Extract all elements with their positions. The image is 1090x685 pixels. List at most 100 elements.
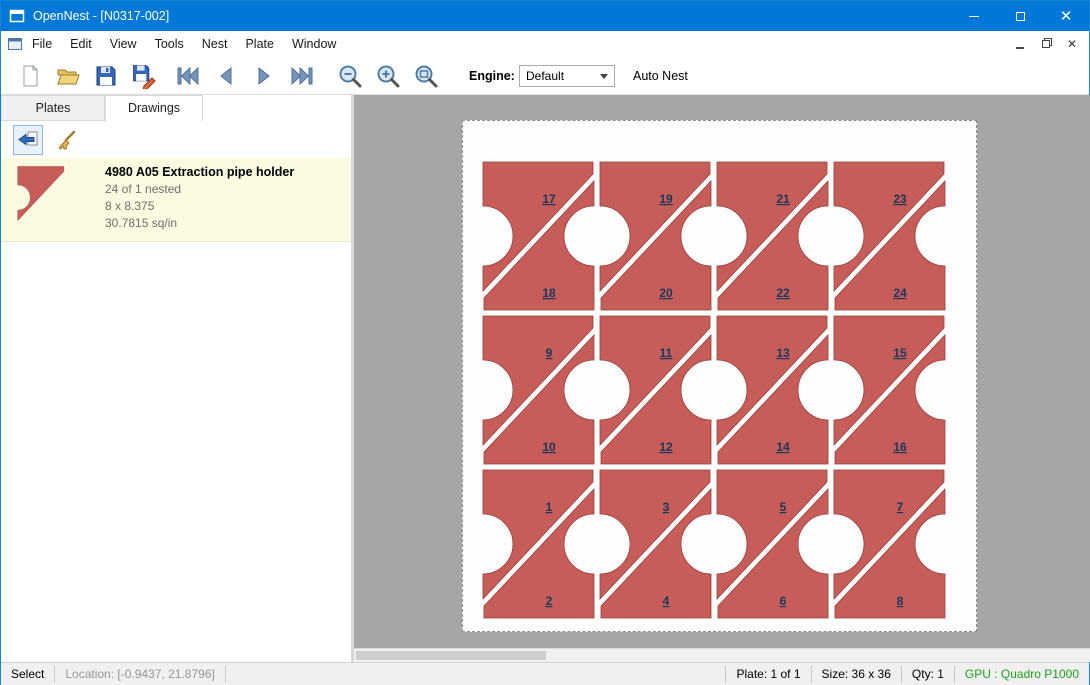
part-number-label: 1 — [546, 500, 553, 514]
save-icon — [94, 64, 118, 88]
clean-button[interactable] — [51, 125, 81, 155]
part-number-label: 21 — [776, 192, 790, 206]
part-number-label: 16 — [893, 440, 907, 454]
drawings-toolbar — [1, 122, 351, 158]
zoom-in-button[interactable] — [373, 62, 403, 90]
go-previous-icon — [213, 63, 239, 89]
part-number-label: 9 — [546, 346, 553, 360]
import-arrow-icon — [17, 129, 39, 151]
next-plate-button[interactable] — [249, 62, 279, 90]
save-button[interactable] — [91, 62, 121, 90]
child-window-icon — [7, 36, 23, 52]
plate-sheet[interactable]: 171819202122232491011121314151612345678 — [462, 120, 977, 632]
broom-icon — [55, 129, 77, 151]
nest-pair-cell[interactable]: 1516 — [834, 316, 945, 464]
part-number-label: 24 — [893, 286, 907, 300]
part-thumbnail — [13, 166, 69, 230]
menubar: File Edit View Tools Nest Plate Window ✕ — [1, 31, 1089, 57]
child-minimize-button[interactable] — [1007, 34, 1033, 54]
maximize-icon — [1016, 12, 1025, 21]
part-number-label: 11 — [660, 346, 673, 360]
part-number-label: 14 — [776, 440, 790, 454]
zoom-fit-icon — [413, 63, 439, 89]
nest-pair-cell[interactable]: 23 24 — [834, 162, 945, 310]
tab-plates[interactable]: Plates — [1, 95, 105, 121]
titlebar[interactable]: OpenNest - [N0317-002] ✕ — [1, 1, 1089, 31]
part-number-label: 23 — [893, 192, 907, 206]
part-number-label: 19 — [659, 192, 673, 206]
status-mode: Select — [1, 663, 54, 685]
minimize-icon — [1016, 47, 1024, 49]
drawing-nested-count: 24 of 1 nested — [105, 181, 294, 198]
canvas-hscrollbar[interactable] — [354, 648, 1090, 662]
menu-file[interactable]: File — [23, 31, 61, 57]
status-qty: Qty: 1 — [902, 663, 954, 685]
nest-pair-cell[interactable]: 12 — [483, 470, 594, 618]
maximize-button[interactable] — [997, 1, 1043, 31]
engine-value: Default — [526, 69, 600, 83]
menu-nest[interactable]: Nest — [193, 31, 237, 57]
menu-tools[interactable]: Tools — [146, 31, 193, 57]
status-location: Location: [-0.9437, 21.8796] — [55, 663, 224, 685]
menu-edit[interactable]: Edit — [61, 31, 101, 57]
nest-pair-cell[interactable]: 910 — [483, 316, 594, 464]
minimize-button[interactable] — [951, 1, 997, 31]
new-button[interactable] — [15, 62, 45, 90]
assign-drawing-button[interactable] — [13, 125, 43, 155]
menu-view[interactable]: View — [101, 31, 146, 57]
last-plate-button[interactable] — [287, 62, 317, 90]
zoom-out-button[interactable] — [335, 62, 365, 90]
nest-pair-cell[interactable]: 34 — [600, 470, 711, 618]
menu-plate[interactable]: Plate — [236, 31, 283, 57]
go-first-icon — [175, 63, 201, 89]
nest-pair-cell[interactable]: 11 12 — [600, 316, 711, 464]
drawing-list-item[interactable]: 4980 A05 Extraction pipe holder 24 of 1 … — [1, 158, 351, 242]
child-close-button[interactable]: ✕ — [1059, 34, 1085, 54]
engine-label: Engine: — [469, 69, 515, 83]
status-size: Size: 36 x 36 — [812, 663, 901, 685]
engine-select[interactable]: Default — [519, 65, 615, 87]
hscrollbar-thumb[interactable] — [356, 651, 546, 660]
nest-canvas[interactable]: 171819202122232491011121314151612345678 — [354, 95, 1090, 662]
close-button[interactable]: ✕ — [1043, 1, 1089, 31]
zoom-fit-button[interactable] — [411, 62, 441, 90]
part-number-label: 13 — [776, 346, 790, 360]
auto-nest-button[interactable]: Auto Nest — [633, 69, 688, 83]
nest-pair-cell[interactable]: 78 — [834, 470, 945, 618]
nest-pair-cell[interactable]: 13 14 — [717, 316, 828, 464]
zoom-in-icon — [375, 63, 401, 89]
part-number-label: 18 — [542, 286, 556, 300]
toolbar: Engine: Default Auto Nest — [1, 57, 1089, 95]
previous-plate-button[interactable] — [211, 62, 241, 90]
app-icon — [9, 8, 25, 24]
child-restore-button[interactable] — [1033, 34, 1059, 54]
plate-svg: 171819202122232491011121314151612345678 — [463, 121, 978, 633]
part-number-label: 22 — [776, 286, 790, 300]
part-number-label: 20 — [659, 286, 673, 300]
nest-pair-cell[interactable]: 56 — [717, 470, 828, 618]
menu-window[interactable]: Window — [283, 31, 345, 57]
tab-drawings[interactable]: Drawings — [105, 95, 203, 122]
nest-pair-cell[interactable]: 1718 — [483, 162, 594, 310]
nest-pair-cell[interactable]: 1920 — [600, 162, 711, 310]
left-panel: Plates Drawings — [1, 95, 351, 662]
new-document-icon — [18, 64, 42, 88]
zoom-out-icon — [337, 63, 363, 89]
first-plate-button[interactable] — [173, 62, 203, 90]
part-number-label: 2 — [546, 594, 553, 608]
part-number-label: 4 — [663, 594, 670, 608]
drawing-area: 30.7815 sq/in — [105, 215, 294, 232]
part-number-label: 17 — [542, 192, 556, 206]
part-number-label: 12 — [659, 440, 673, 454]
restore-icon — [1042, 40, 1050, 48]
nest-pair-cell[interactable]: 21 22 — [717, 162, 828, 310]
part-number-label: 3 — [663, 500, 670, 514]
part-number-label: 7 — [897, 500, 904, 514]
main-area: Plates Drawings — [1, 95, 1089, 662]
chevron-down-icon — [600, 74, 608, 79]
open-button[interactable] — [53, 62, 83, 90]
part-number-label: 8 — [897, 594, 904, 608]
save-as-button[interactable] — [129, 62, 159, 90]
minimize-icon — [969, 16, 979, 17]
drawing-title: 4980 A05 Extraction pipe holder — [105, 163, 294, 181]
